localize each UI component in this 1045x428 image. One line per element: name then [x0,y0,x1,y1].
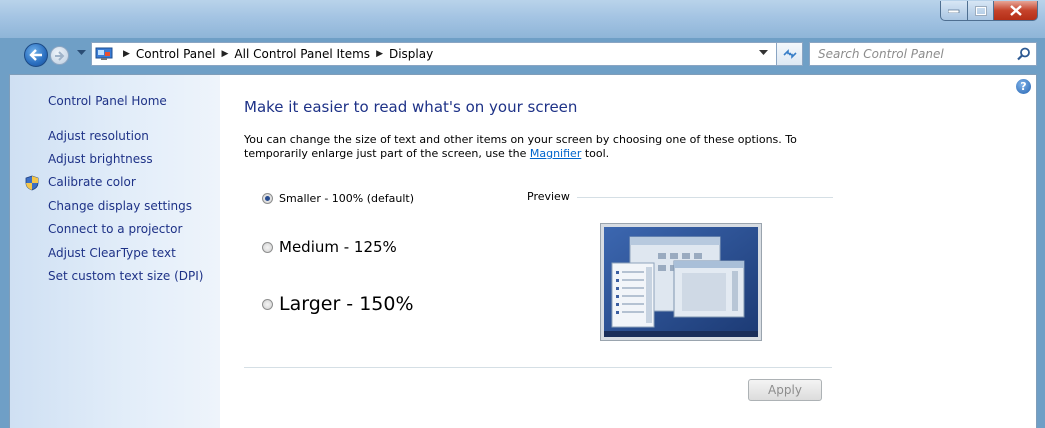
content-pane: Control Panel Home Adjust resolution Adj… [9,74,1037,428]
forward-button[interactable] [50,46,69,65]
description-text: temporarily enlarge just part of the scr… [244,147,527,160]
maximize-button[interactable] [968,1,994,21]
help-icon[interactable]: ? [1016,79,1031,94]
option-smaller[interactable]: Smaller - 100% (default) [262,192,414,205]
option-larger[interactable]: Larger - 150% [262,293,414,315]
breadcrumb-display[interactable]: Display [389,47,433,61]
option-medium-label[interactable]: Medium - 125% [279,238,397,256]
preview-divider [577,197,833,198]
content-divider [244,367,832,368]
navigation-bar: ▶ Control Panel ▶ All Control Panel Item… [0,38,1045,72]
sidebar-item-adjust-cleartype[interactable]: Adjust ClearType text [48,246,176,260]
search-input[interactable]: Search Control Panel [809,42,1037,66]
address-history-dropdown-icon[interactable] [759,50,768,56]
breadcrumb-all-items[interactable]: All Control Panel Items [234,47,370,61]
close-button[interactable] [994,1,1038,21]
description-text-end: tool. [584,147,610,160]
search-icon[interactable] [1017,47,1031,61]
breadcrumb-arrow-icon[interactable]: ▶ [376,49,383,59]
maximize-icon [974,5,987,16]
window-titlebar [0,0,1045,38]
preview-label: Preview [527,190,570,203]
address-bar[interactable]: ▶ Control Panel ▶ All Control Panel Item… [91,42,777,66]
minimize-button[interactable] [940,1,968,21]
refresh-icon [782,49,797,59]
recent-pages-dropdown-icon[interactable] [77,50,86,56]
sidebar-item-change-display-settings[interactable]: Change display settings [48,199,192,213]
uac-shield-icon [25,175,39,191]
description-line-2: temporarily enlarge just part of the scr… [244,147,797,161]
sidebar-item-adjust-brightness[interactable]: Adjust brightness [48,152,153,166]
sidebar-item-control-panel-home[interactable]: Control Panel Home [48,94,167,108]
option-larger-label[interactable]: Larger - 150% [279,293,414,315]
option-medium[interactable]: Medium - 125% [262,238,397,256]
back-arrow-icon [29,49,42,61]
breadcrumb-arrow-icon[interactable]: ▶ [123,49,130,59]
sidebar-item-calibrate-color[interactable]: Calibrate color [48,175,136,189]
breadcrumb-arrow-icon[interactable]: ▶ [222,49,229,59]
window-controls [940,1,1038,21]
search-placeholder: Search Control Panel [818,47,944,61]
sidebar-item-connect-projector[interactable]: Connect to a projector [48,222,182,236]
radio-smaller[interactable] [262,193,273,204]
radio-medium[interactable] [262,241,273,253]
option-smaller-label[interactable]: Smaller - 100% (default) [279,192,414,205]
back-button[interactable] [24,43,48,67]
description-line-1: You can change the size of text and othe… [244,133,797,146]
minimize-icon [948,9,960,13]
close-icon [1009,5,1022,16]
apply-button[interactable]: Apply [748,379,822,401]
radio-larger[interactable] [262,298,273,310]
page-description: You can change the size of text and othe… [244,133,797,161]
magnifier-link[interactable]: Magnifier [530,147,581,160]
preview-image [600,223,762,341]
breadcrumb-control-panel[interactable]: Control Panel [136,47,216,61]
page-title: Make it easier to read what's on your sc… [244,98,578,116]
sidebar-item-adjust-resolution[interactable]: Adjust resolution [48,129,149,143]
refresh-button[interactable] [777,42,803,66]
control-panel-icon [95,47,113,60]
forward-arrow-icon [55,50,65,61]
sidebar-item-custom-text-size[interactable]: Set custom text size (DPI) [48,269,203,283]
sidebar: Control Panel Home Adjust resolution Adj… [10,75,220,428]
